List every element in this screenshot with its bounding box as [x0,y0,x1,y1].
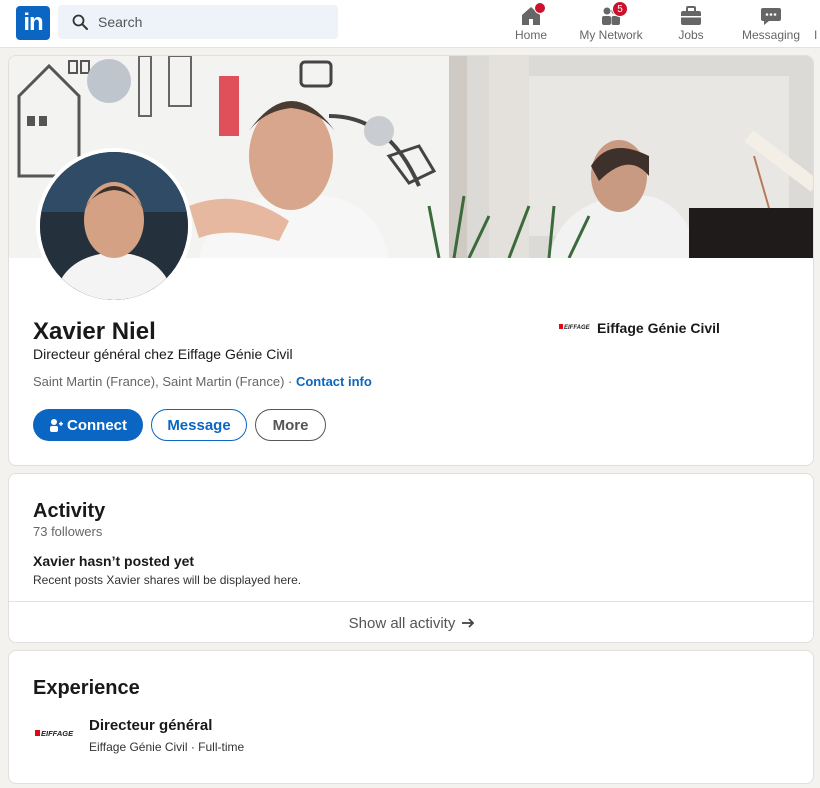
followers-count: 73 followers [33,524,103,539]
eiffage-logo-icon[interactable]: EIFFAGE [33,722,81,746]
current-company[interactable]: EIFFAGE Eiffage Génie Civil [559,320,720,336]
top-nav: in Home 5 My Network Jobs [0,0,820,48]
nav-jobs-label: Jobs [678,28,704,42]
eiffage-logo-icon: EIFFAGE [559,324,591,331]
no-posts-subtitle: Recent posts Xavier shares will be displ… [33,573,302,587]
nav-jobs[interactable]: Jobs [670,0,712,48]
experience-logo-text: EIFFAGE [41,729,74,738]
network-badge: 5 [612,1,628,17]
nav-my-network-label: My Network [579,28,643,42]
experience-card: Experience EIFFAGE Directeur général Eif… [8,650,814,784]
profile-card: Xavier Niel Directeur général chez Eiffa… [8,55,814,466]
linkedin-logo[interactable]: in [16,6,50,40]
company-logo-text: EIFFAGE [564,325,591,331]
avatar-photo [40,152,188,300]
nav-messaging-label: Messaging [741,28,801,42]
profile-location-line: Saint Martin (France), Saint Martin (Fra… [33,374,372,389]
activity-card: Activity 73 followers Xavier hasn’t post… [8,473,814,643]
current-company-name: Eiffage Génie Civil [597,320,720,336]
nav-overflow-glyph: I [814,28,818,42]
more-button[interactable]: More [255,409,326,441]
activity-title: Activity [33,500,106,522]
experience-title: Experience [33,677,140,699]
nav-home[interactable]: Home [505,0,557,48]
profile-location: Saint Martin (France), Saint Martin (Fra… [33,374,296,389]
briefcase-icon [681,6,701,25]
messaging-icon [761,8,781,25]
search-icon [72,14,88,30]
nav-messaging[interactable]: Messaging [738,0,804,48]
arrow-right-icon [462,618,475,628]
show-all-activity-button[interactable]: Show all activity [9,602,813,642]
profile-name: Xavier Niel [33,318,156,345]
search-box[interactable] [58,5,338,39]
experience-company-line: Eiffage Génie Civil · Full-time [89,740,245,754]
add-person-icon [50,419,63,432]
message-button[interactable]: Message [151,409,247,441]
contact-info-link[interactable]: Contact info [296,374,372,389]
connect-button-label: Connect [67,416,127,434]
nav-my-network[interactable]: 5 My Network [574,0,648,48]
experience-role: Directeur général [89,717,213,734]
search-input[interactable] [98,5,328,39]
connect-button[interactable]: Connect [33,409,143,441]
nav-home-label: Home [514,28,547,42]
show-all-activity-label: Show all activity [348,614,456,632]
profile-headline: Directeur général chez Eiffage Génie Civ… [33,346,293,362]
no-posts-title: Xavier hasn’t posted yet [33,553,195,569]
profile-avatar[interactable] [36,148,192,304]
home-notification-dot [534,2,546,14]
